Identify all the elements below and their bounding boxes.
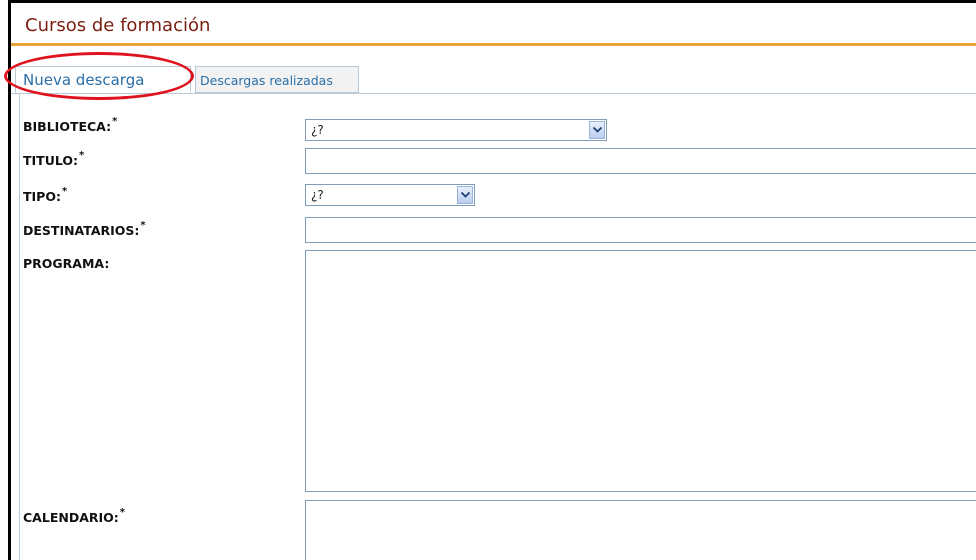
- required-mark: *: [79, 150, 85, 161]
- destinatarios-label: DESTINATARIOS:*: [23, 220, 146, 238]
- biblioteca-value: ¿?: [311, 123, 324, 137]
- content-border: [19, 93, 20, 560]
- required-mark: *: [112, 116, 118, 127]
- tipo-value: ¿?: [311, 188, 324, 202]
- required-mark: *: [119, 507, 125, 518]
- required-mark: *: [61, 186, 68, 197]
- page-header: Cursos de formación: [11, 3, 976, 46]
- titulo-field[interactable]: [305, 148, 976, 174]
- chevron-down-icon[interactable]: [589, 121, 605, 139]
- programa-textarea[interactable]: [305, 250, 976, 492]
- chevron-down-icon[interactable]: [457, 186, 473, 204]
- tab-bar: Nueva descarga Descargas realizadas: [11, 60, 976, 94]
- tab-label: Descargas realizadas: [200, 73, 333, 88]
- programa-label: PROGRAMA:: [23, 256, 110, 271]
- page-title: Cursos de formación: [25, 15, 211, 36]
- tab-descargas-realizadas[interactable]: Descargas realizadas: [195, 66, 359, 93]
- biblioteca-select[interactable]: ¿?: [305, 119, 607, 141]
- tipo-label: TIPO:*: [23, 186, 68, 204]
- calendario-label: CALENDARIO:*: [23, 507, 125, 525]
- titulo-label: TITULO:*: [23, 150, 85, 168]
- tipo-select[interactable]: ¿?: [305, 184, 475, 206]
- calendario-textarea[interactable]: [305, 500, 976, 560]
- destinatarios-field[interactable]: [305, 217, 976, 243]
- biblioteca-label: BIBLIOTECA:*: [23, 116, 118, 134]
- tab-nueva-descarga[interactable]: Nueva descarga: [15, 66, 191, 93]
- required-mark: *: [140, 220, 146, 231]
- tab-label: Nueva descarga: [23, 71, 145, 89]
